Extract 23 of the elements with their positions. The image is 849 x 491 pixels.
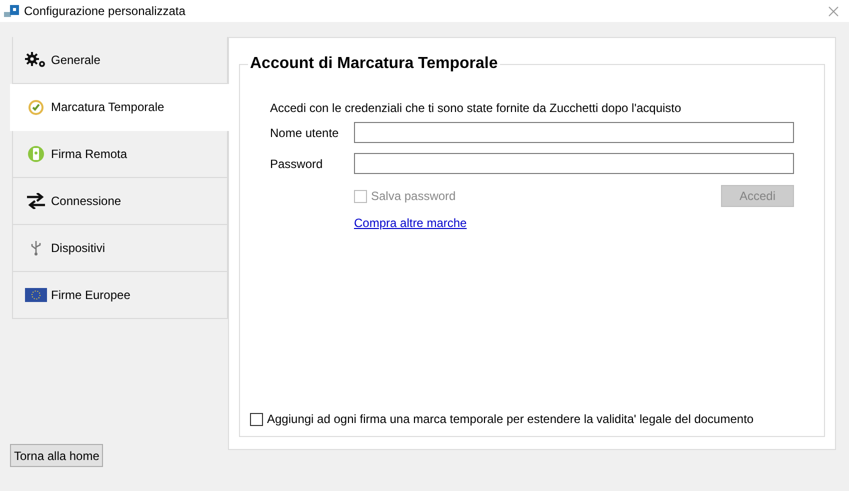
checkbox[interactable]: Aggiungi ad ogni firma una marca temporale per estendere la validita' legale del documento xyxy=(250,412,754,426)
buy-link[interactable]: Compra altre marche xyxy=(354,216,467,230)
field-label: Nome utente xyxy=(270,126,340,140)
sidebar-tab[interactable]: Firme Europee xyxy=(12,272,228,319)
section-title: Account di Marcatura Temporale xyxy=(249,55,499,73)
app-icon xyxy=(4,4,20,18)
sidebar-tab[interactable]: Firma Remota xyxy=(12,131,228,178)
sidebar-tab[interactable]: Marcatura Temporale xyxy=(10,84,229,131)
close-icon[interactable] xyxy=(828,6,839,16)
sidebar-tab[interactable]: Connessione xyxy=(12,178,228,225)
transfer-arrows-icon xyxy=(25,193,47,209)
window-title: Configurazione personalizzata xyxy=(24,4,186,18)
clock-icon xyxy=(27,98,45,116)
input-field[interactable] xyxy=(354,122,794,143)
sidebar-tab[interactable]: Dispositivi xyxy=(12,225,228,272)
gears-icon xyxy=(25,52,47,68)
phone-icon xyxy=(27,145,45,163)
flag-icon xyxy=(25,288,47,302)
instruction-text: Accedi con le credenziali che ti sono state fornite da Zucchetti dopo l'acquisto xyxy=(270,101,682,115)
home-button[interactable]: Torna alla home xyxy=(10,444,104,467)
sidebar-tab[interactable]: Generale xyxy=(12,37,228,84)
field-label: Password xyxy=(270,156,324,170)
input-field[interactable] xyxy=(354,153,794,174)
